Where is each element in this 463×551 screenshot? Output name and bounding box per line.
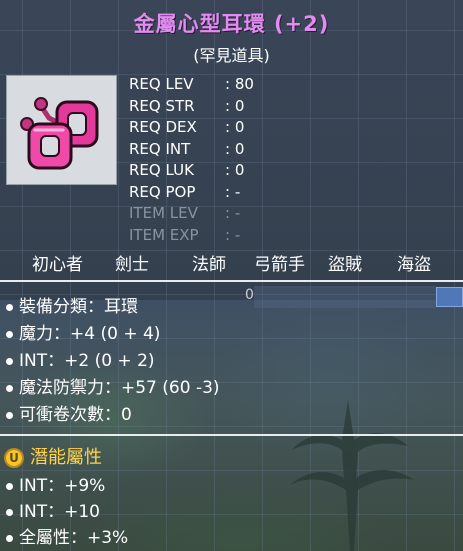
- stat-upgrade-slots: 可衝卷次數：0: [6, 400, 132, 425]
- item-tooltip: 金屬心型耳環 (+2) (罕見道具) REQ LEV: 80 REQ STR: …: [0, 0, 463, 551]
- req-lev: REQ LEV: 80: [129, 75, 254, 93]
- slot-count: 0: [245, 287, 254, 303]
- potential-line-2: INT：+10: [6, 497, 100, 522]
- stat-int: INT：+2 (0 + 2): [6, 346, 155, 371]
- job-warrior: 劍士: [115, 255, 149, 275]
- job-beginner: 初心者: [32, 255, 83, 275]
- pink-heart-earring-icon: [20, 97, 99, 170]
- job-list: 初心者 劍士 法師 弓箭手 盜賊 海盜: [0, 250, 463, 275]
- item-icon-frame: [6, 75, 117, 185]
- potential-header: U 潛能屬性: [4, 443, 102, 469]
- job-pirate: 海盜: [397, 255, 431, 275]
- divider-bottom: [0, 434, 463, 436]
- item-exp: ITEM EXP: -: [129, 225, 241, 244]
- background-bar: [254, 286, 436, 308]
- job-magician: 法師: [192, 255, 226, 275]
- req-dex: REQ DEX: 0: [129, 118, 245, 136]
- unique-potential-icon: U: [4, 448, 24, 468]
- stat-magic-defense: 魔法防禦力：+57 (60 -3): [6, 373, 220, 398]
- job-thief: 盜賊: [328, 255, 362, 275]
- item-lev: ITEM LEV: -: [129, 204, 241, 222]
- stat-magic-attack: 魔力：+4 (0 + 4): [6, 319, 160, 344]
- potential-line-1: INT：+9%: [6, 471, 105, 496]
- req-pop: REQ POP: -: [129, 182, 241, 201]
- job-bowman: 弓箭手: [254, 255, 305, 275]
- requirements-list: REQ LEV: 80 REQ STR: 0 REQ DEX: 0 REQ IN…: [129, 74, 254, 246]
- item-name: 金屬心型耳環 (+2): [133, 12, 330, 36]
- stat-category: 裝備分類：耳環: [6, 292, 138, 317]
- potential-line-3: 全屬性：+3%: [6, 523, 128, 548]
- tree-silhouette: [290, 400, 414, 551]
- background-button: [436, 287, 463, 307]
- req-str: REQ STR: 0: [129, 96, 245, 115]
- req-int: REQ INT: 0: [129, 139, 245, 158]
- item-rarity: (罕見道具): [193, 46, 270, 65]
- divider-top: [0, 280, 463, 282]
- req-luk: REQ LUK: 0: [129, 161, 245, 179]
